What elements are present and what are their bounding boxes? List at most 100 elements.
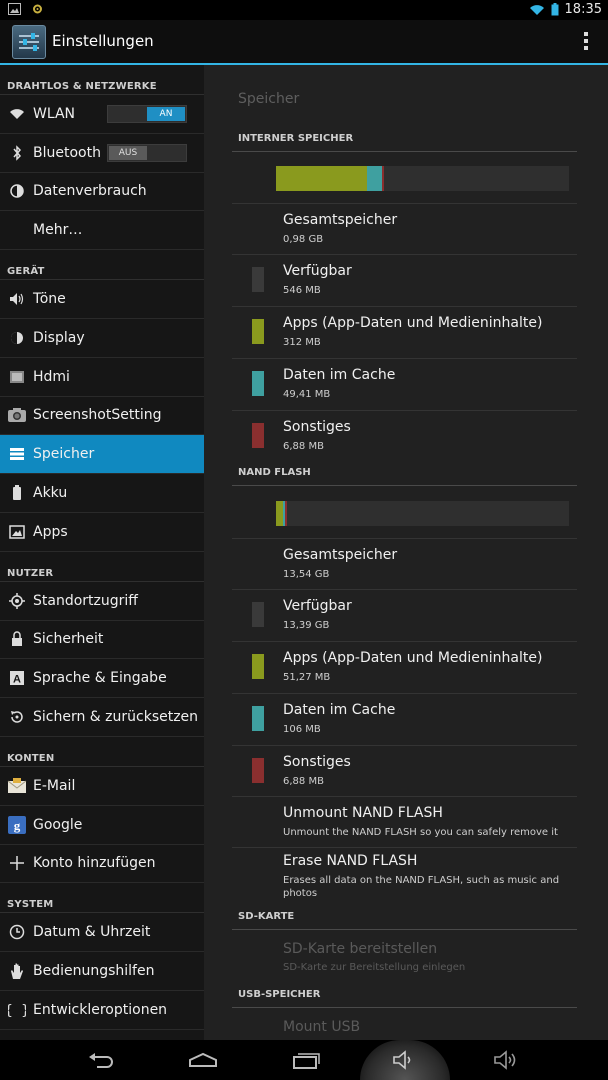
bluetooth-toggle[interactable]: AUS (107, 143, 187, 162)
sidebar-item-label: Bluetooth (33, 144, 101, 161)
sidebar-item-language[interactable]: A Sprache & Eingabe (0, 659, 204, 699)
sidebar-item-label: Hdmi (33, 368, 70, 385)
internal-storage-usage-bar (276, 166, 569, 191)
recent-apps-icon (293, 1053, 320, 1069)
sidebar-item-label: Apps (33, 523, 68, 540)
apps-color-swatch (252, 654, 264, 679)
sidebar-item-display[interactable]: Display (0, 319, 204, 358)
hand-icon (6, 961, 28, 981)
nand-apps-row[interactable]: Apps (App-Daten und Medieninhalte) 51,27… (232, 641, 577, 693)
sidebar-item-google[interactable]: g Google (0, 806, 204, 845)
sidebar-item-accessibility[interactable]: Bedienungshilfen (0, 952, 204, 991)
mount-usb-button[interactable]: Mount USB (232, 1011, 577, 1040)
internal-total-row[interactable]: Gesamtspeicher 0,98 GB (232, 203, 577, 254)
sidebar-item-label: Akku (33, 485, 68, 502)
usage-segment-other (285, 501, 288, 526)
home-button[interactable] (183, 1046, 223, 1074)
sidebar-item-date-time[interactable]: Datum & Uhrzeit (0, 913, 204, 953)
email-icon (6, 776, 28, 796)
battery-icon (6, 483, 28, 503)
volume-up-button[interactable] (487, 1046, 527, 1074)
nand-flash-header: NAND FLASH (232, 467, 577, 486)
wlan-toggle[interactable]: AN (107, 105, 187, 123)
language-icon: A (6, 668, 28, 688)
sidebar-item-more[interactable]: Mehr… (0, 211, 204, 251)
status-bar: 18:35 (0, 0, 608, 20)
sidebar-header-device: GERÄT (0, 250, 204, 281)
sidebar-item-storage[interactable]: Speicher (0, 435, 204, 475)
nand-storage-usage-bar (276, 501, 569, 526)
sidebar-item-add-account[interactable]: Konto hinzufügen (0, 845, 204, 884)
sidebar-item-label: Datum & Uhrzeit (33, 924, 151, 941)
sidebar-item-label: Datenverbrauch (33, 183, 147, 200)
storage-detail-pane: Speicher INTERNER SPEICHER Gesamtspeiche… (204, 65, 608, 1040)
settings-sidebar: DRAHTLOS & NETZWERKE WLAN AN Bluetooth A… (0, 65, 204, 1040)
lock-icon (6, 629, 28, 649)
settings-notification-icon (33, 4, 42, 14)
sidebar-item-label: Sicherheit (33, 631, 104, 648)
erase-nand-button[interactable]: Erase NAND FLASH Erases all data on the … (232, 847, 577, 907)
overflow-menu-icon[interactable] (584, 32, 588, 53)
mount-sd-card-button[interactable]: SD-Karte bereitstellen SD-Karte zur Bere… (232, 935, 577, 985)
speaker-icon (6, 289, 28, 309)
recent-apps-button[interactable] (285, 1046, 325, 1074)
internal-other-row[interactable]: Sonstiges 6,88 MB (232, 410, 577, 462)
sidebar-item-label: Konto hinzufügen (33, 855, 156, 872)
page-title: Einstellungen (52, 32, 154, 50)
wifi-icon (6, 104, 28, 124)
usage-segment-apps (276, 501, 284, 526)
clock-icon (6, 922, 28, 942)
sidebar-item-sounds[interactable]: Töne (0, 280, 204, 319)
sidebar-item-location[interactable]: Standortzugriff (0, 582, 204, 621)
sidebar-item-label: Standortzugriff (33, 592, 138, 609)
internal-apps-row[interactable]: Apps (App-Daten und Medieninhalte) 312 M… (232, 306, 577, 358)
wifi-signal-icon (529, 4, 544, 15)
cache-color-swatch (252, 371, 264, 396)
sidebar-item-apps[interactable]: Apps (0, 513, 204, 552)
location-icon (6, 591, 28, 611)
cache-color-swatch (252, 706, 264, 731)
nand-available-row[interactable]: Verfügbar 13,39 GB (232, 589, 577, 641)
gallery-notification-icon (8, 3, 21, 15)
nand-other-row[interactable]: Sonstiges 6,88 MB (232, 745, 577, 796)
sidebar-item-label: Töne (33, 291, 66, 308)
sidebar-item-backup[interactable]: Sichern & zurücksetzen (0, 698, 204, 737)
other-color-swatch (252, 758, 264, 783)
usage-segment-other (381, 166, 384, 191)
nand-total-row[interactable]: Gesamtspeicher 13,54 GB (232, 538, 577, 589)
sidebar-item-battery[interactable]: Akku (0, 474, 204, 513)
display-icon (6, 328, 28, 348)
clock-time: 18:35 (564, 2, 602, 17)
sidebar-item-label: Sichern & zurücksetzen (33, 709, 199, 726)
unmount-nand-button[interactable]: Unmount NAND FLASH Unmount the NAND FLAS… (232, 796, 577, 847)
sidebar-item-security[interactable]: Sicherheit (0, 621, 204, 660)
sidebar-item-wlan[interactable]: WLAN AN (0, 95, 204, 134)
nand-cache-row[interactable]: Daten im Cache 106 MB (232, 693, 577, 745)
svg-text:A: A (13, 674, 21, 686)
sidebar-item-label: Mehr… (33, 222, 83, 239)
sidebar-item-label: ScreenshotSetting (33, 407, 162, 424)
sidebar-item-developer[interactable]: { } Entwickleroptionen (0, 991, 204, 1030)
action-bar: Einstellungen (0, 20, 608, 65)
hdmi-icon (6, 367, 28, 387)
apps-icon (6, 522, 28, 542)
settings-app-icon[interactable] (12, 25, 46, 59)
back-button[interactable] (82, 1046, 122, 1074)
sidebar-item-hdmi[interactable]: Hdmi (0, 358, 204, 397)
usb-storage-header: USB-SPEICHER (232, 989, 577, 1008)
sidebar-item-bluetooth[interactable]: Bluetooth AUS (0, 134, 204, 173)
usage-segment-cache (367, 166, 382, 191)
google-icon: g (6, 815, 28, 835)
backup-icon (6, 707, 28, 727)
data-usage-icon (6, 181, 28, 201)
sidebar-item-label: Speicher (33, 446, 95, 463)
usage-segment-apps (276, 166, 368, 191)
internal-available-row[interactable]: Verfügbar 546 MB (232, 254, 577, 306)
volume-down-button[interactable] (385, 1046, 425, 1074)
sidebar-item-data-usage[interactable]: Datenverbrauch (0, 173, 204, 212)
sidebar-header-user: NUTZER (0, 552, 204, 582)
sidebar-item-email[interactable]: E-Mail (0, 767, 204, 806)
sidebar-item-screenshot[interactable]: ScreenshotSetting (0, 397, 204, 436)
internal-cache-row[interactable]: Daten im Cache 49,41 MB (232, 358, 577, 410)
home-icon (189, 1052, 217, 1067)
